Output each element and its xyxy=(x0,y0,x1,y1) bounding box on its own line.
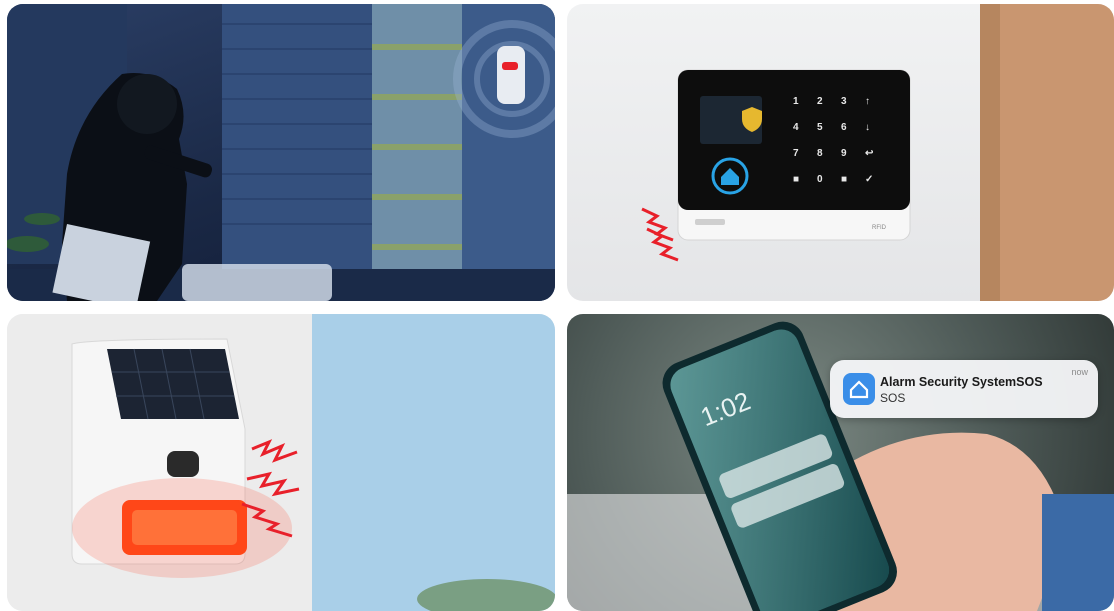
svg-text:5: 5 xyxy=(817,122,823,133)
control-panel-art: 1 2 3 ↑ 4 5 6 ↓ 7 8 9 ↩ ■ 0 ■ ✓ RFID xyxy=(641,4,1114,301)
svg-text:3: 3 xyxy=(841,96,847,107)
svg-text:6: 6 xyxy=(841,122,847,133)
svg-text:8: 8 xyxy=(817,148,823,159)
svg-text:1: 1 xyxy=(793,96,799,107)
svg-text:4: 4 xyxy=(793,122,799,133)
intruder-scene-image xyxy=(7,4,555,301)
sensor-led xyxy=(502,62,518,70)
svg-text:7: 7 xyxy=(793,148,799,159)
center-window xyxy=(222,4,372,269)
svg-text:↑: ↑ xyxy=(865,96,870,107)
sleeve xyxy=(1042,494,1114,611)
strobe-glow xyxy=(72,478,292,578)
sos-notification-card: Alarm Security SystemSOS SOS now xyxy=(830,360,1098,418)
svg-text:9: 9 xyxy=(841,148,847,159)
svg-text:0: 0 xyxy=(817,174,823,185)
wooden-door-frame xyxy=(980,4,1114,301)
notification-time: now xyxy=(1071,367,1088,377)
speaker-grille xyxy=(695,219,725,225)
alarm-waves-icon xyxy=(641,207,679,262)
intruder-scene-art xyxy=(7,4,555,301)
svg-text:✓: ✓ xyxy=(865,174,873,185)
svg-text:↩: ↩ xyxy=(865,148,874,159)
app-house-icon xyxy=(843,373,875,405)
control-panel-image: 1 2 3 ↑ 4 5 6 ↓ 7 8 9 ↩ ■ 0 ■ ✓ RFID xyxy=(567,4,1114,301)
pir-lens xyxy=(167,451,199,477)
solar-panel xyxy=(107,349,239,419)
phone-notification-image: 1:02 Alarm Security SystemSOS SOS now xyxy=(567,314,1114,611)
solar-siren-art xyxy=(7,314,555,611)
sky xyxy=(312,314,555,611)
svg-text:2: 2 xyxy=(817,96,823,107)
notification-body: SOS xyxy=(880,391,906,405)
solar-siren-image xyxy=(7,314,555,611)
svg-text:■: ■ xyxy=(841,174,847,185)
sofa xyxy=(182,264,332,301)
svg-text:■: ■ xyxy=(793,174,799,185)
svg-text:↓: ↓ xyxy=(865,122,870,133)
rfid-label: RFID xyxy=(872,225,887,231)
notification-title: Alarm Security SystemSOS xyxy=(880,375,1043,389)
motion-sensor xyxy=(497,46,525,104)
phone-scene-art: 1:02 xyxy=(567,321,1114,611)
